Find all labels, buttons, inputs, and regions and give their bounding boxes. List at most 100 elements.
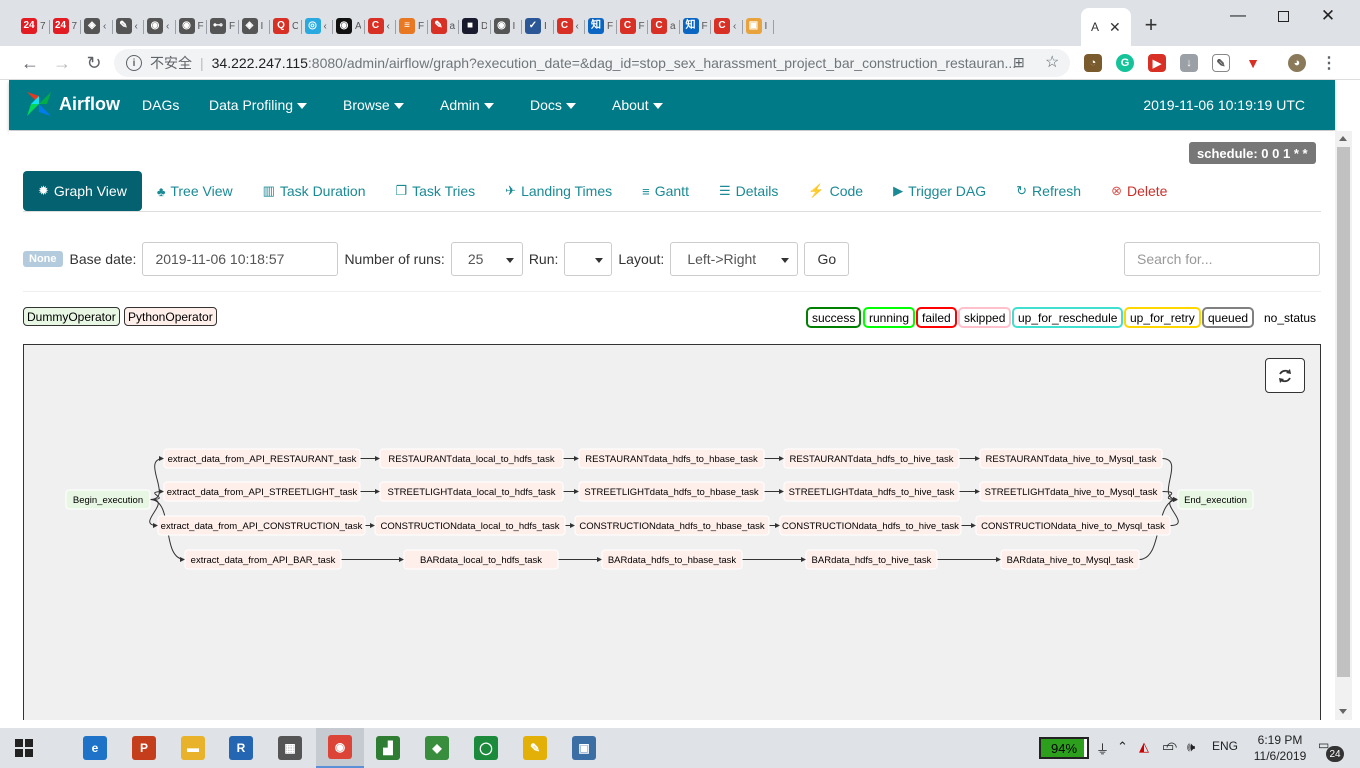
chevron-up-icon[interactable]: ⌃	[1117, 739, 1128, 755]
r-app[interactable]: R	[217, 728, 265, 768]
task-node[interactable]: extract_data_from_API_BAR_task	[184, 549, 342, 570]
run-select[interactable]	[564, 242, 613, 276]
layout-select[interactable]: Left->Right	[670, 242, 799, 276]
browser-tab[interactable]: QC	[270, 10, 301, 42]
base-date-input[interactable]: 2019-11-06 10:18:57	[142, 242, 339, 276]
state-no-status[interactable]: no_status	[1258, 307, 1323, 328]
browser-tab[interactable]: 24 7	[18, 10, 49, 42]
browser-tab[interactable]: ⊷ F	[207, 10, 238, 42]
tab-task-duration[interactable]: ▥ Task Duration	[248, 171, 381, 211]
browser-tab[interactable]: CF	[617, 10, 648, 42]
wifi-icon[interactable]: ◠	[1166, 739, 1177, 755]
browser-tab[interactable]: ◉ A	[333, 10, 364, 42]
task-node[interactable]: BARdata_hive_to_Mysql_task	[1000, 549, 1140, 570]
scroll-thumb[interactable]	[1337, 147, 1350, 677]
extension-red-icon[interactable]: ▶	[1148, 54, 1166, 72]
state-up-for-retry[interactable]: up_for_retry	[1124, 307, 1201, 328]
task-node[interactable]: RESTAURANTdata_hive_to_Mysql_task	[979, 448, 1163, 469]
extension-glasses-icon[interactable]: ◔	[1084, 54, 1102, 72]
usb-icon[interactable]: ⏚	[1096, 739, 1109, 758]
task-node-begin[interactable]: Begin_execution	[65, 489, 151, 510]
task-node-end[interactable]: End_execution	[1177, 489, 1254, 510]
nav-admin[interactable]: Admin	[440, 97, 494, 113]
url-field[interactable]: i 不安全 | 34.222.247.115 :8080/admin/airfl…	[114, 49, 1070, 77]
tab-details[interactable]: ☰ Details	[704, 171, 793, 211]
battery-indicator[interactable]: 94%	[1039, 737, 1089, 759]
tab-trigger-dag[interactable]: ▶ Trigger DAG	[878, 171, 1001, 211]
close-tab-icon[interactable]: ✕	[1109, 19, 1121, 36]
browser-tab[interactable]: C ‹	[554, 10, 585, 42]
airflow-logo[interactable]: Airflow	[23, 88, 120, 120]
forward-icon[interactable]: →	[50, 51, 74, 75]
page-scrollbar[interactable]	[1335, 131, 1352, 720]
active-tab[interactable]: A ✕	[1081, 8, 1131, 46]
tab-refresh[interactable]: ↻ Refresh	[1001, 171, 1096, 211]
extension-edit-icon[interactable]: ✎	[1212, 54, 1230, 72]
tab-code[interactable]: ⚡ Code	[793, 171, 878, 211]
task-node[interactable]: CONSTRUCTIONdata_hdfs_to_hive_task	[779, 515, 962, 536]
scroll-up-icon[interactable]	[1339, 136, 1347, 141]
reload-icon[interactable]: ↻	[82, 51, 106, 75]
tab-graph-view[interactable]: ✹ Graph View	[23, 171, 142, 211]
chrome-menu-icon[interactable]: ⋮	[1320, 54, 1338, 72]
task-node[interactable]: BARdata_hdfs_to_hbase_task	[601, 549, 743, 570]
browser-tab[interactable]: ✎ ‹	[113, 10, 144, 42]
browser-tab[interactable]: ✓ I	[522, 10, 553, 42]
task-node[interactable]: RESTAURANTdata_local_to_hdfs_task	[379, 448, 564, 469]
task-search-input[interactable]: Search for...	[1124, 242, 1320, 276]
grammarly-icon[interactable]: G	[1116, 54, 1134, 72]
graph-refresh-button[interactable]	[1265, 358, 1305, 393]
browser-tab[interactable]: ◉ I	[491, 10, 522, 42]
scroll-down-icon[interactable]	[1339, 709, 1347, 714]
language-indicator[interactable]: ENG	[1212, 739, 1238, 753]
task-node[interactable]: extract_data_from_API_CONSTRUCTION_task	[157, 515, 366, 536]
task-node[interactable]: RESTAURANTdata_hdfs_to_hbase_task	[578, 448, 765, 469]
browser-tab[interactable]: ◉ F	[176, 10, 207, 42]
dag-graph-svg[interactable]: Begin_execution End_execution extract_data…	[24, 345, 1320, 720]
adobe-tray-icon[interactable]: ◭	[1139, 739, 1149, 755]
adblock-icon[interactable]: ▼	[1244, 54, 1262, 72]
nav-dags[interactable]: DAGs	[142, 97, 179, 113]
windows-start-icon[interactable]	[0, 728, 48, 768]
nav-browse[interactable]: Browse	[343, 97, 404, 113]
tab-gantt[interactable]: ≡ Gantt	[627, 171, 704, 211]
browser-tab[interactable]: ◎ ‹	[302, 10, 333, 42]
task-node[interactable]: BARdata_local_to_hdfs_task	[403, 549, 559, 570]
translate-icon[interactable]: ⊞	[1013, 54, 1025, 71]
tab-landing-times[interactable]: ✈ Landing Times	[490, 171, 627, 211]
ring-app-app[interactable]: ◯	[462, 728, 510, 768]
profile-avatar[interactable]: ◕	[1288, 54, 1306, 72]
powerpoint-app[interactable]: P	[120, 728, 168, 768]
download-icon[interactable]: ↓	[1180, 54, 1198, 72]
diamond-app-app[interactable]: ◆	[413, 728, 461, 768]
store-app[interactable]: ▦	[266, 728, 314, 768]
remote-app-app[interactable]: ▣	[560, 728, 608, 768]
nav-about[interactable]: About	[612, 97, 663, 113]
state-running[interactable]: running	[863, 307, 916, 328]
task-node[interactable]: CONSTRUCTIONdata_local_to_hdfs_task	[374, 515, 566, 536]
runs-select[interactable]: 25	[450, 242, 523, 276]
browser-tab[interactable]: C ‹	[711, 10, 742, 42]
task-node[interactable]: STREETLIGHTdata_hdfs_to_hbase_task	[578, 481, 765, 502]
task-node[interactable]: RESTAURANTdata_hdfs_to_hive_task	[783, 448, 960, 469]
state-success[interactable]: success	[806, 307, 862, 328]
browser-tab[interactable]: 知F	[680, 10, 711, 42]
chart-app-app[interactable]: ▟	[364, 728, 412, 768]
tab-tree-view[interactable]: ♣ Tree View	[142, 171, 248, 211]
state-queued[interactable]: queued	[1202, 307, 1255, 328]
close-window-icon[interactable]: ✕	[1313, 6, 1343, 26]
dag-graph-canvas[interactable]: Begin_execution End_execution extract_data…	[23, 344, 1321, 720]
browser-tab[interactable]: ■ D	[459, 10, 490, 42]
new-tab-button[interactable]: +	[1140, 14, 1162, 36]
minimize-icon[interactable]: —	[1223, 6, 1253, 26]
state-skipped[interactable]: skipped	[958, 307, 1012, 328]
go-button[interactable]: Go	[804, 242, 850, 276]
task-node[interactable]: CONSTRUCTIONdata_hive_to_Mysql_task	[975, 515, 1171, 536]
tab-task-tries[interactable]: ❐ Task Tries	[380, 171, 490, 211]
task-node[interactable]: CONSTRUCTIONdata_hdfs_to_hbase_task	[574, 515, 770, 536]
browser-tab[interactable]: ✎ a	[428, 10, 459, 42]
browser-tab[interactable]: ▣ I	[743, 10, 774, 42]
task-node[interactable]: BARdata_hdfs_to_hive_task	[805, 549, 938, 570]
tool-app-app[interactable]: ✎	[511, 728, 559, 768]
browser-tab[interactable]: ◈ ‹	[81, 10, 112, 42]
